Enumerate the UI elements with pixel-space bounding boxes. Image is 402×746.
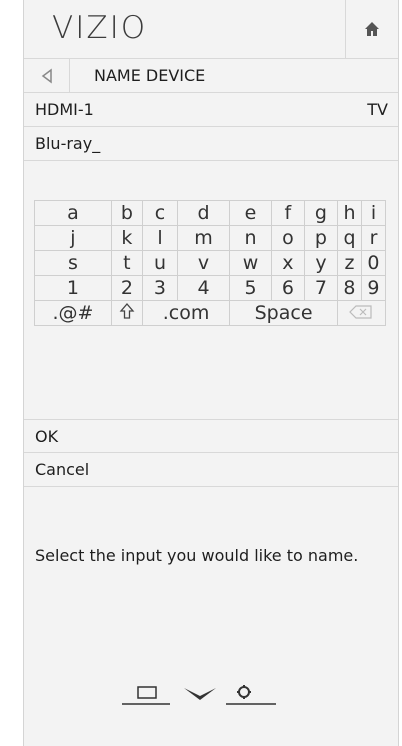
key[interactable]: m xyxy=(176,225,231,251)
symbols-key[interactable]: .@# xyxy=(34,300,112,326)
key[interactable]: e xyxy=(229,200,272,226)
bottom-nav xyxy=(122,685,276,705)
input-label: HDMI-1 xyxy=(35,100,94,119)
home-button[interactable] xyxy=(345,0,398,58)
ok-label: OK xyxy=(35,427,59,446)
key[interactable]: t xyxy=(110,250,143,276)
input-row: HDMI-1 TV xyxy=(24,93,398,127)
key[interactable]: c xyxy=(141,200,178,226)
key[interactable]: 9 xyxy=(360,275,387,301)
page-title: NAME DEVICE xyxy=(94,66,206,85)
space-key[interactable]: Space xyxy=(229,300,338,326)
key[interactable]: u xyxy=(141,250,178,276)
back-button[interactable] xyxy=(24,59,70,92)
key[interactable]: 2 xyxy=(110,275,143,301)
key[interactable]: 0 xyxy=(360,250,387,276)
key[interactable]: 7 xyxy=(303,275,338,301)
key[interactable]: g xyxy=(303,200,338,226)
gear-icon[interactable] xyxy=(226,685,276,705)
key[interactable]: 1 xyxy=(34,275,112,301)
key[interactable]: w xyxy=(229,250,272,276)
home-icon xyxy=(365,22,379,36)
key[interactable]: 8 xyxy=(336,275,362,301)
name-entry-field[interactable]: Blu-ray_ xyxy=(24,127,398,161)
key[interactable]: f xyxy=(270,200,305,226)
key[interactable]: s xyxy=(34,250,112,276)
key[interactable]: 3 xyxy=(141,275,178,301)
header: VIZIO xyxy=(24,0,398,59)
backspace-icon xyxy=(349,305,373,319)
key[interactable]: a xyxy=(34,200,112,226)
key[interactable]: 6 xyxy=(270,275,305,301)
key[interactable]: d xyxy=(176,200,231,226)
key[interactable]: v xyxy=(176,250,231,276)
dotcom-key[interactable]: .com xyxy=(141,300,231,326)
shift-key[interactable] xyxy=(110,300,143,326)
key[interactable]: n xyxy=(229,225,272,251)
key[interactable]: r xyxy=(360,225,387,251)
vizio-logo: VIZIO xyxy=(52,10,148,46)
key[interactable]: 4 xyxy=(176,275,231,301)
cancel-label: Cancel xyxy=(35,460,90,479)
backspace-key[interactable] xyxy=(336,300,387,326)
key[interactable]: j xyxy=(34,225,112,251)
key[interactable]: k xyxy=(110,225,143,251)
on-screen-keyboard: abcdefghi jklmnopqr stuvwxyz0 123456789 … xyxy=(34,200,387,326)
key[interactable]: q xyxy=(336,225,362,251)
key[interactable]: h xyxy=(336,200,362,226)
key[interactable]: 5 xyxy=(229,275,272,301)
key[interactable]: z xyxy=(336,250,362,276)
key[interactable]: x xyxy=(270,250,305,276)
key[interactable]: l xyxy=(141,225,178,251)
input-icon[interactable] xyxy=(122,686,170,705)
name-device-row: NAME DEVICE xyxy=(24,59,398,93)
key[interactable]: b xyxy=(110,200,143,226)
back-arrow-icon xyxy=(41,68,52,83)
ok-button[interactable]: OK xyxy=(24,419,398,453)
entry-text: Blu-ray_ xyxy=(35,134,101,153)
cancel-button[interactable]: Cancel xyxy=(24,453,398,487)
key[interactable]: y xyxy=(303,250,338,276)
key[interactable]: o xyxy=(270,225,305,251)
input-value: TV xyxy=(367,100,388,119)
shift-icon xyxy=(119,302,135,319)
key[interactable]: i xyxy=(360,200,387,226)
settings-panel: VIZIO NAME DEVICE HDMI-1 TV Blu-ray_ abc… xyxy=(23,0,399,746)
help-message: Select the input you would like to name. xyxy=(35,546,359,565)
key[interactable]: p xyxy=(303,225,338,251)
chevron-down-icon[interactable] xyxy=(184,688,216,700)
